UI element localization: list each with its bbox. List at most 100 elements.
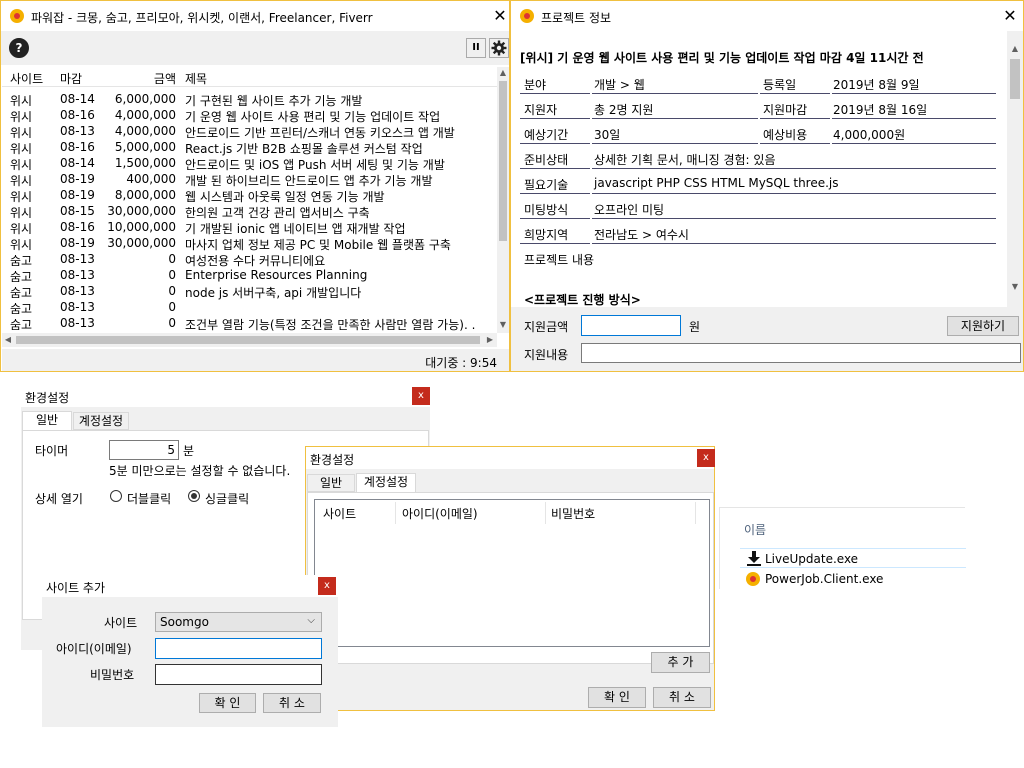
column-header-deadline[interactable]: 마감 xyxy=(60,70,106,87)
value-cost: 4,000,000원 xyxy=(833,128,906,142)
settings-ok-button[interactable]: 확 인 xyxy=(588,687,646,708)
cell-deadline: 08-13 xyxy=(60,284,95,298)
add-site-cancel-button[interactable]: 취 소 xyxy=(263,693,321,713)
table-row[interactable]: 위시 08-19 30,000,000 마사지 업체 정보 제공 PC 및 Mobil… xyxy=(2,235,497,252)
job-list-hscrollbar[interactable]: ◀ ▶ xyxy=(2,333,497,347)
radio-single-click[interactable] xyxy=(188,490,200,502)
scroll-up-icon[interactable]: ▲ xyxy=(497,67,509,79)
table-row[interactable]: 위시 08-14 6,000,000 기 구현된 웹 사이트 추가 기능 개발 xyxy=(2,91,497,108)
settings-general-close-icon[interactable]: x xyxy=(412,387,430,405)
settings-cancel-button[interactable]: 취 소 xyxy=(653,687,711,708)
id-input[interactable] xyxy=(155,638,322,659)
main-close-icon[interactable]: ✕ xyxy=(489,5,511,27)
column-header-site[interactable]: 사이트 xyxy=(323,505,356,522)
job-list-header: 사이트 마감 금액 제목 xyxy=(2,67,497,87)
scroll-left-icon[interactable]: ◀ xyxy=(2,334,14,346)
table-row[interactable]: 숨고 08-13 0 xyxy=(2,299,497,316)
row-skills: 필요기술 javascript PHP CSS HTML MySQL three… xyxy=(520,171,996,195)
cell-deadline: 08-19 xyxy=(60,172,95,186)
app-icon xyxy=(10,9,24,23)
file-item[interactable]: LiveUpdate.exe xyxy=(740,548,966,568)
help-button[interactable]: ? xyxy=(9,38,29,58)
scroll-down-icon[interactable]: ▼ xyxy=(1009,281,1021,293)
settings-button[interactable] xyxy=(489,38,509,58)
cell-deadline: 08-16 xyxy=(60,108,95,122)
timer-unit: 분 xyxy=(183,444,195,458)
radio-double-click[interactable] xyxy=(110,490,122,502)
scroll-up-icon[interactable]: ▲ xyxy=(1009,43,1021,55)
apply-content-input[interactable] xyxy=(581,343,1021,363)
password-input[interactable] xyxy=(155,664,322,685)
job-list-vscroll-thumb[interactable] xyxy=(499,81,507,241)
table-row[interactable]: 위시 08-19 400,000 개발 된 하이브리드 안드로이드 앱 추가 기능 개… xyxy=(2,171,497,188)
table-row[interactable]: 위시 08-16 10,000,000 기 개발된 ionic 앱 네이티브 앱 재개… xyxy=(2,219,497,236)
column-header-name[interactable]: 이름 xyxy=(744,521,766,538)
settings-dialog-account: 환경설정 x 일반 계정설정 사이트 아이디(이메일) 비밀번호 추 가 확 인… xyxy=(305,446,715,711)
job-list[interactable]: 사이트 마감 금액 제목 위시 08-14 6,000,000 기 구현된 웹 사이트… xyxy=(2,67,497,333)
column-header-id[interactable]: 아이디(이메일) xyxy=(402,505,478,522)
cell-amount: 0 xyxy=(168,300,176,314)
divider xyxy=(592,218,996,219)
value-region: 전라남도 > 여수시 xyxy=(594,228,689,242)
scroll-down-icon[interactable]: ▼ xyxy=(497,319,509,331)
job-list-vscrollbar[interactable]: ▲ ▼ xyxy=(497,67,509,333)
scroll-right-icon[interactable]: ▶ xyxy=(484,334,496,346)
account-list[interactable]: 사이트 아이디(이메일) 비밀번호 xyxy=(314,499,710,647)
column-header-amount[interactable]: 금액 xyxy=(106,70,176,87)
timer-input[interactable]: 5 xyxy=(109,440,179,460)
apply-amount-input[interactable] xyxy=(581,315,681,336)
radio-double-click-label[interactable]: 더블클릭 xyxy=(127,490,171,507)
cell-deadline: 08-16 xyxy=(60,140,95,154)
divider xyxy=(545,502,546,524)
site-label: 사이트 xyxy=(104,616,138,630)
file-item[interactable]: PowerJob.Client.exe xyxy=(740,569,966,589)
divider xyxy=(832,118,996,119)
project-vscroll-thumb[interactable] xyxy=(1010,59,1020,99)
tab-account[interactable]: 계정설정 xyxy=(356,473,416,493)
table-row[interactable]: 위시 08-13 4,000,000 안드로이드 기반 프린터/스캐너 연동 키오스크… xyxy=(2,123,497,140)
tab-general[interactable]: 일반 xyxy=(22,411,72,431)
radio-single-click-label[interactable]: 싱글클릭 xyxy=(205,490,249,507)
won-label: 원 xyxy=(689,320,701,334)
site-select[interactable]: Soomgo ⌵ xyxy=(155,612,322,632)
cell-amount: 0 xyxy=(168,316,176,330)
settings-account-close-icon[interactable]: x xyxy=(697,449,715,467)
apply-button[interactable]: 지원하기 xyxy=(947,316,1019,336)
divider xyxy=(760,118,830,119)
divider xyxy=(520,193,590,194)
table-row[interactable]: 숨고 08-13 0 조건부 열람 기능(특정 조건을 만족한 사람만 열람 가능).… xyxy=(2,315,497,332)
add-account-button[interactable]: 추 가 xyxy=(651,652,710,673)
column-header-password[interactable]: 비밀번호 xyxy=(551,505,595,522)
cell-amount: 6,000,000 xyxy=(114,92,176,106)
row-field: 분야 개발 > 웹 등록일 2019년 8월 9일 xyxy=(520,71,996,95)
divider xyxy=(520,143,590,144)
add-site-ok-button[interactable]: 확 인 xyxy=(199,693,256,713)
table-row[interactable]: 숨고 08-13 0 node js 서버구축, api 개발입니다 xyxy=(2,283,497,300)
cell-amount: 1,500,000 xyxy=(114,156,176,170)
project-vscrollbar[interactable]: ▲ ▼ xyxy=(1007,31,1023,307)
value-apply-deadline: 2019년 8월 16일 xyxy=(833,103,928,117)
job-list-hscroll-thumb[interactable] xyxy=(16,336,480,344)
table-row[interactable]: 위시 08-16 5,000,000 React.js 기반 B2B 쇼핑몰 솔루션 … xyxy=(2,139,497,156)
pause-button[interactable]: II xyxy=(466,38,486,58)
table-row[interactable]: 위시 08-16 4,000,000 기 운영 웹 사이트 사용 편리 및 기능 업데… xyxy=(2,107,497,124)
label-skills: 필요기술 xyxy=(524,178,569,192)
apply-form: 지원금액 원 지원하기 지원내용 xyxy=(511,307,1023,371)
row-meeting: 미팅방식 오프라인 미팅 xyxy=(520,196,996,220)
add-site-close-icon[interactable]: x xyxy=(318,577,336,595)
table-row[interactable]: 위시 08-14 1,500,000 안드로이드 및 iOS 앱 Push 서버 세팅… xyxy=(2,155,497,172)
settings-account-title: 환경설정 xyxy=(310,453,355,467)
cell-amount: 30,000,000 xyxy=(107,204,176,218)
cell-deadline: 08-13 xyxy=(60,300,95,314)
tab-general[interactable]: 일반 xyxy=(307,474,355,492)
add-site-titlebar: 사이트 추가 x xyxy=(42,575,338,597)
table-row[interactable]: 숨고 08-13 0 Enterprise Resources Planning xyxy=(2,267,497,284)
column-header-site[interactable]: 사이트 xyxy=(10,70,54,87)
table-row[interactable]: 숨고 08-13 0 여성전용 수다 커뮤니티에요 xyxy=(2,251,497,268)
table-row[interactable]: 위시 08-15 30,000,000 한의원 고객 건강 관리 앱서비스 구축 xyxy=(2,203,497,220)
table-row[interactable]: 위시 08-19 8,000,000 웹 시스템과 아웃룩 일정 연동 기능 개발 xyxy=(2,187,497,204)
tab-account[interactable]: 계정설정 xyxy=(73,412,129,430)
chevron-down-icon: ⌵ xyxy=(307,615,315,626)
column-header-title[interactable]: 제목 xyxy=(185,70,497,87)
project-close-icon[interactable]: ✕ xyxy=(999,5,1021,27)
